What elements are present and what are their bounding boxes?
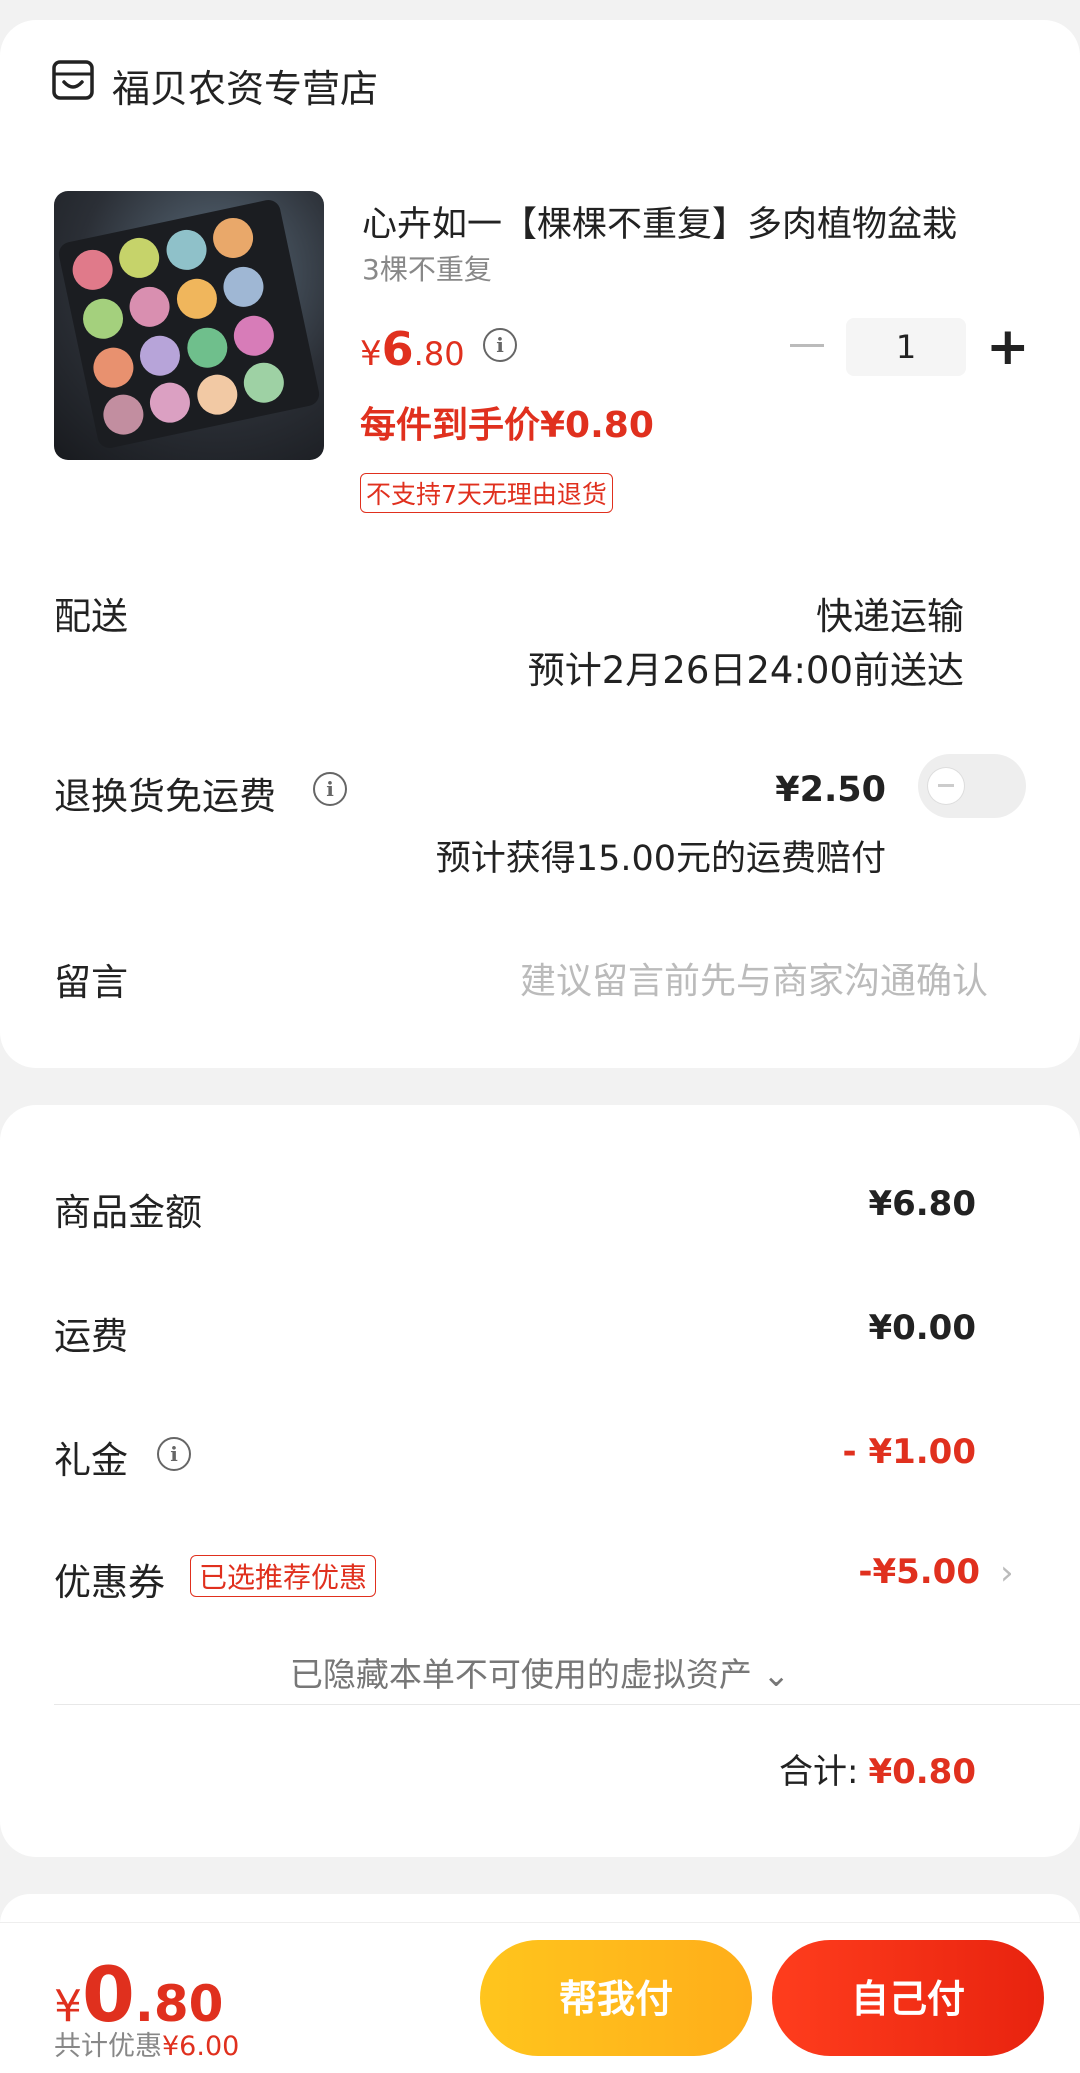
product-variant[interactable]: 3棵不重复 <box>362 248 492 288</box>
total-row: 合计: ¥0.80 <box>779 1744 976 1793</box>
return-shipping-toggle[interactable] <box>918 754 1026 818</box>
increase-quantity-button[interactable]: + <box>986 316 1030 378</box>
each-price: 每件到手价¥0.80 <box>360 405 654 446</box>
price-currency: ¥ <box>360 334 382 374</box>
price-decimal: .80 <box>413 335 465 373</box>
return-shipping-price: ¥2.50 <box>775 770 886 810</box>
delivery-eta: 预计2月26日24:00前送达 <box>527 649 964 692</box>
total-value: ¥0.80 <box>868 1752 976 1792</box>
hidden-assets-text: 已隐藏本单不可使用的虚拟资产 <box>289 1655 752 1694</box>
price-info-icon[interactable]: i <box>483 328 517 362</box>
help-me-pay-button[interactable]: 帮我付 <box>480 1940 752 2056</box>
goods-amount-value: ¥6.80 <box>868 1184 976 1224</box>
total-saved-text: 共计优惠¥6.00 <box>54 2031 240 2062</box>
coupon-value[interactable]: -¥5.00 <box>858 1552 980 1592</box>
product-price: ¥6.80 <box>360 322 465 376</box>
return-shipping-info-icon[interactable]: i <box>313 772 347 806</box>
gift-money-label: 礼金 <box>54 1439 128 1482</box>
delivery-label: 配送 <box>54 595 128 638</box>
product-image[interactable] <box>54 191 324 460</box>
quantity-input[interactable]: 1 <box>846 318 966 376</box>
total-saved: 共计优惠¥6.00 <box>54 2024 239 2063</box>
hidden-assets-toggle[interactable]: 已隐藏本单不可使用的虚拟资产 ⌄ <box>0 1648 1080 1696</box>
message-label: 留言 <box>54 961 128 1004</box>
summary-divider <box>54 1704 1080 1705</box>
shipping-fee-value: ¥0.00 <box>868 1308 976 1348</box>
delivery-method[interactable]: 快递运输 <box>816 586 964 640</box>
chevron-down-icon: ⌄ <box>762 1655 791 1694</box>
pay-myself-button[interactable]: 自己付 <box>772 1940 1044 2056</box>
coupon-label[interactable]: 优惠券 <box>54 1552 165 1606</box>
shipping-fee-label: 运费 <box>54 1315 128 1358</box>
goods-amount-label: 商品金额 <box>54 1191 202 1234</box>
return-shipping-label: 退换货免运费 <box>54 775 276 818</box>
total-label: 合计: <box>778 1752 859 1792</box>
order-card <box>0 20 1080 1068</box>
chevron-right-icon[interactable]: › <box>1000 1553 1014 1593</box>
product-title[interactable]: 心卉如一【棵棵不重复】多肉植物盆栽 <box>362 196 1032 247</box>
decrease-quantity-button[interactable] <box>790 344 824 347</box>
gift-money-info-icon[interactable]: i <box>157 1437 191 1471</box>
no-return-tag: 不支持7天无理由退货 <box>360 473 613 513</box>
price-integer: 6 <box>381 322 414 376</box>
store-icon <box>52 60 94 100</box>
message-input[interactable]: 建议留言前先与商家沟通确认 <box>520 952 988 1004</box>
store-name[interactable]: 福贝农资专营店 <box>112 58 378 113</box>
coupon-selected-tag: 已选推荐优惠 <box>190 1555 377 1597</box>
gift-money-value: - ¥1.00 <box>842 1432 977 1472</box>
return-shipping-note: 预计获得15.00元的运费赔付 <box>435 839 886 879</box>
